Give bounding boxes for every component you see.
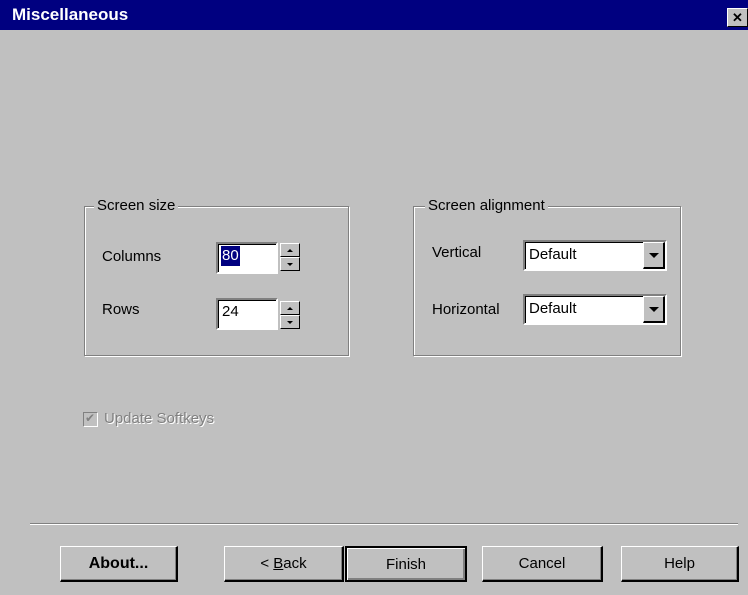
vertical-select[interactable]: Default bbox=[523, 240, 667, 271]
about-label: About... bbox=[88, 554, 149, 572]
rows-input[interactable]: 24 bbox=[216, 298, 278, 330]
back-label-mnemonic: B bbox=[273, 555, 284, 572]
rows-spin-up[interactable] bbox=[280, 301, 300, 315]
columns-value: 80 bbox=[221, 246, 240, 266]
horizontal-select[interactable]: Default bbox=[523, 294, 667, 325]
rows-label: Rows bbox=[102, 301, 140, 318]
cancel-label: Cancel bbox=[518, 555, 566, 572]
close-button[interactable]: ✕ bbox=[727, 8, 748, 27]
close-icon: ✕ bbox=[732, 10, 743, 25]
horizontal-value: Default bbox=[529, 300, 577, 317]
columns-input[interactable]: 80 bbox=[216, 242, 278, 274]
screen-size-legend: Screen size bbox=[94, 197, 179, 214]
about-button[interactable]: About... bbox=[60, 546, 178, 582]
button-separator bbox=[30, 523, 738, 525]
spin-up-icon bbox=[287, 248, 293, 252]
miscellaneous-dialog: Miscellaneous ✕ Screen size Columns 80 R… bbox=[0, 0, 748, 595]
spin-down-icon bbox=[287, 262, 293, 266]
columns-spinner[interactable] bbox=[280, 243, 300, 271]
help-label: Help bbox=[664, 555, 695, 572]
chevron-down-icon bbox=[648, 306, 659, 312]
columns-spin-up[interactable] bbox=[280, 243, 300, 257]
back-button[interactable]: < Back bbox=[224, 546, 344, 582]
screen-alignment-group: Screen alignment bbox=[413, 197, 681, 356]
finish-button[interactable]: Finish bbox=[345, 546, 467, 582]
back-label-rest: ack bbox=[283, 555, 307, 572]
screen-size-group: Screen size bbox=[84, 197, 349, 356]
rows-value: 24 bbox=[222, 303, 239, 320]
screen-alignment-legend: Screen alignment bbox=[425, 197, 548, 214]
columns-spin-down[interactable] bbox=[280, 257, 300, 271]
spin-down-icon bbox=[287, 320, 293, 324]
finish-label: Finish bbox=[385, 555, 426, 573]
title-bar[interactable]: Miscellaneous ✕ bbox=[0, 0, 748, 30]
back-label: < Back bbox=[260, 555, 306, 572]
vertical-value: Default bbox=[529, 246, 577, 263]
check-icon: ✔ bbox=[85, 411, 96, 425]
vertical-label: Vertical bbox=[432, 244, 482, 261]
window-title: Miscellaneous bbox=[12, 5, 129, 24]
horizontal-label: Horizontal bbox=[432, 301, 500, 318]
rows-spinner[interactable] bbox=[280, 301, 300, 329]
update-softkeys-label[interactable]: Update Softkeys bbox=[104, 410, 214, 427]
columns-label: Columns bbox=[102, 248, 162, 265]
vertical-dropdown-button[interactable] bbox=[643, 242, 665, 269]
rows-spin-down[interactable] bbox=[280, 315, 300, 329]
horizontal-dropdown-button[interactable] bbox=[643, 296, 665, 323]
chevron-down-icon bbox=[648, 252, 659, 258]
back-label-prefix: < bbox=[260, 555, 274, 572]
help-button[interactable]: Help bbox=[621, 546, 739, 582]
cancel-button[interactable]: Cancel bbox=[482, 546, 603, 582]
spin-up-icon bbox=[287, 306, 293, 310]
update-softkeys-checkbox[interactable]: ✔ bbox=[83, 411, 98, 427]
